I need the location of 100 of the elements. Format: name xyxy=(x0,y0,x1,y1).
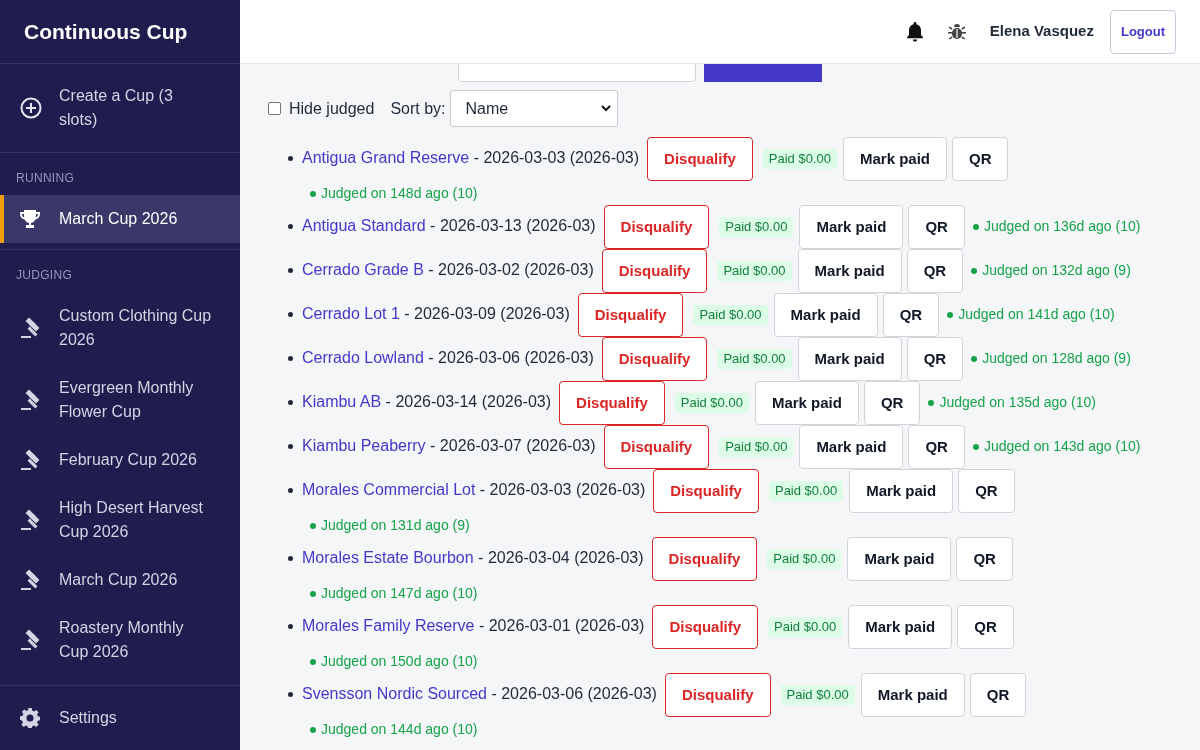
bug-icon[interactable] xyxy=(947,22,966,41)
paid-badge: Paid $0.00 xyxy=(693,305,768,325)
paid-badge: Paid $0.00 xyxy=(674,393,749,413)
judged-status: Judged on 150d ago (10) xyxy=(321,653,478,669)
entry-link[interactable]: Cerrado Lot 1 xyxy=(302,305,400,323)
mark-paid-button[interactable]: Mark paid xyxy=(799,425,904,469)
mark-paid-button[interactable]: Mark paid xyxy=(847,537,952,581)
entry-date: - 2026-03-09 (2026-03) xyxy=(404,305,570,323)
entry-link[interactable]: Morales Family Reserve xyxy=(302,617,475,635)
entry-date: - 2026-03-02 (2026-03) xyxy=(428,261,594,279)
settings-item[interactable]: Settings xyxy=(0,694,240,742)
qr-button[interactable]: QR xyxy=(908,205,965,249)
mark-paid-button[interactable]: Mark paid xyxy=(773,293,878,337)
mark-paid-button[interactable]: Mark paid xyxy=(860,673,965,717)
paid-badge: Paid $0.00 xyxy=(719,217,794,237)
judged-status: Judged on 141d ago (10) xyxy=(958,306,1115,323)
section-heading: RUNNING xyxy=(15,170,76,187)
judged-status: Judged on 143d ago (10) xyxy=(983,438,1141,455)
mark-paid-button[interactable]: Mark paid xyxy=(797,337,902,381)
judged-status: Judged on 136d ago (10) xyxy=(983,218,1141,235)
qr-button[interactable]: QR xyxy=(969,673,1027,717)
judged-status: Judged on 132d ago (9) xyxy=(982,262,1131,279)
mark-paid-button[interactable]: Mark paid xyxy=(797,249,902,293)
entry-link[interactable]: Svensson Nordic Sourced xyxy=(302,685,487,703)
qr-button[interactable]: QR xyxy=(863,381,921,425)
entry-link[interactable]: Morales Estate Bourbon xyxy=(302,549,474,567)
mark-paid-button[interactable]: Mark paid xyxy=(799,205,904,249)
qr-button[interactable]: QR xyxy=(952,137,1009,181)
sidebar-item[interactable]: Evergreen Monthly Flower Cup xyxy=(0,364,240,436)
plus-circle-icon xyxy=(20,97,42,119)
user-name: Elena Vasquez xyxy=(989,21,1094,42)
qr-button[interactable]: QR xyxy=(882,293,940,337)
bullet-icon xyxy=(288,692,293,697)
entry-link[interactable]: Antigua Standard xyxy=(302,217,426,235)
sidebar-item[interactable]: Custom Clothing Cup 2026 xyxy=(0,292,240,364)
settings-icon xyxy=(20,708,40,728)
paid-badge: Paid $0.00 xyxy=(780,685,855,705)
sidebar-item[interactable]: March Cup 2026 xyxy=(0,556,240,604)
paid-badge: Paid $0.00 xyxy=(762,149,837,169)
entry-link[interactable]: Cerrado Grade B xyxy=(302,261,424,279)
entry-link[interactable]: Kiambu AB xyxy=(302,393,382,411)
mark-paid-button[interactable]: Mark paid xyxy=(754,381,859,425)
disqualify-button[interactable]: Disqualify xyxy=(603,425,710,469)
qr-button[interactable]: QR xyxy=(908,425,965,469)
trophy-icon xyxy=(20,210,40,228)
bullet-icon xyxy=(288,400,293,405)
sidebar-item[interactable]: Roastery Monthly Cup 2026 xyxy=(0,604,240,676)
judged-status: Judged on 144d ago (10) xyxy=(321,721,478,737)
paid-badge: Paid $0.00 xyxy=(768,481,844,501)
entry-date: - 2026-03-07 (2026-03) xyxy=(430,437,596,455)
paid-badge: Paid $0.00 xyxy=(767,549,842,569)
disqualify-button[interactable]: Disqualify xyxy=(647,137,753,181)
entry-date: - 2026-03-04 (2026-03) xyxy=(478,549,644,567)
entry-date: - 2026-03-14 (2026-03) xyxy=(385,393,552,411)
create-cup-item[interactable]: Create a Cup (3 slots) xyxy=(0,72,240,144)
logout-button[interactable]: Logout xyxy=(1109,9,1176,54)
entry-link[interactable]: Morales Commercial Lot xyxy=(302,481,476,499)
entry-link[interactable]: Kiambu Peaberry xyxy=(302,437,426,455)
section-heading: JUDGING xyxy=(15,267,74,284)
qr-button[interactable]: QR xyxy=(958,469,1015,513)
hide-judged-label: Hide judged xyxy=(289,98,375,119)
qr-button[interactable]: QR xyxy=(906,337,964,381)
mark-paid-button[interactable]: Mark paid xyxy=(849,469,954,513)
gavel-icon xyxy=(20,509,42,531)
qr-button[interactable]: QR xyxy=(906,249,964,293)
paid-badge: Paid $0.00 xyxy=(719,437,794,457)
sort-label: Sort by: xyxy=(390,98,446,119)
hide-judged-checkbox[interactable] xyxy=(268,102,281,115)
gavel-icon xyxy=(20,389,42,411)
disqualify-button[interactable]: Disqualify xyxy=(664,673,771,717)
disqualify-button[interactable]: Disqualify xyxy=(577,293,684,337)
bullet-icon xyxy=(288,156,293,161)
sidebar-item[interactable]: February Cup 2026 xyxy=(0,436,240,484)
sort-select[interactable]: Name xyxy=(449,90,618,127)
entry-link[interactable]: Cerrado Lowland xyxy=(302,349,424,367)
disqualify-button[interactable]: Disqualify xyxy=(559,381,665,425)
bullet-icon xyxy=(288,224,293,229)
entry-date: - 2026-03-13 (2026-03) xyxy=(430,217,596,235)
disqualify-button[interactable]: Disqualify xyxy=(652,605,759,649)
paid-badge: Paid $0.00 xyxy=(768,617,843,637)
mark-paid-button[interactable]: Mark paid xyxy=(842,137,947,181)
sidebar-item[interactable]: High Desert Harvest Cup 2026 xyxy=(0,484,240,556)
mark-paid-button[interactable]: Mark paid xyxy=(848,605,953,649)
disqualify-button[interactable]: Disqualify xyxy=(603,205,710,249)
paid-badge: Paid $0.00 xyxy=(717,261,792,281)
app-title: Continuous Cup xyxy=(24,18,188,45)
disqualify-button[interactable]: Disqualify xyxy=(601,249,708,293)
disqualify-button[interactable]: Disqualify xyxy=(653,469,759,513)
bullet-icon xyxy=(288,444,293,449)
judged-status: Judged on 135d ago (10) xyxy=(939,394,1096,411)
disqualify-button[interactable]: Disqualify xyxy=(651,537,758,581)
judged-status: Judged on 148d ago (10) xyxy=(321,185,478,201)
notification-bell-icon[interactable] xyxy=(905,21,924,42)
disqualify-button[interactable]: Disqualify xyxy=(601,337,708,381)
entry-date: - 2026-03-03 (2026-03) xyxy=(479,481,646,499)
gavel-icon xyxy=(20,449,42,471)
qr-button[interactable]: QR xyxy=(957,605,1014,649)
qr-button[interactable]: QR xyxy=(956,537,1013,581)
entry-link[interactable]: Antigua Grand Reserve xyxy=(302,149,470,167)
sidebar-item[interactable]: March Cup 2026 xyxy=(0,195,240,243)
